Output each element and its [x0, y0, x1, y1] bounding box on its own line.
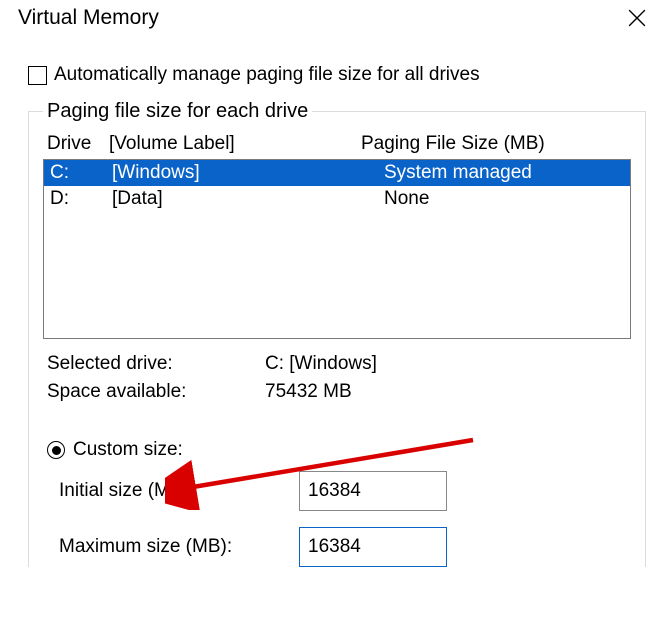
paging-size-group: Paging file size for each drive Drive [V…: [28, 100, 646, 567]
maximum-size-input[interactable]: [299, 527, 447, 567]
drive-letter: D:: [50, 188, 112, 210]
space-available-row: Space available: 75432 MB: [43, 381, 631, 403]
title-bar: Virtual Memory: [0, 0, 662, 36]
auto-manage-row[interactable]: Automatically manage paging file size fo…: [28, 64, 646, 86]
close-icon[interactable]: [628, 9, 646, 27]
custom-size-radio[interactable]: [47, 441, 65, 459]
drive-list-header: Drive [Volume Label] Paging File Size (M…: [43, 127, 631, 159]
drive-size: System managed: [384, 162, 624, 184]
maximum-size-row: Maximum size (MB):: [43, 527, 631, 567]
initial-size-label: Initial size (MB):: [59, 480, 299, 502]
auto-manage-label: Automatically manage paging file size fo…: [54, 64, 480, 86]
selected-drive-value: C: [Windows]: [265, 353, 377, 375]
selected-drive-row: Selected drive: C: [Windows]: [43, 353, 631, 375]
auto-manage-checkbox[interactable]: [28, 66, 47, 85]
maximum-size-label: Maximum size (MB):: [59, 536, 299, 558]
initial-size-input[interactable]: [299, 471, 447, 511]
col-header-size: Paging File Size (MB): [361, 133, 631, 155]
selected-drive-label: Selected drive:: [47, 353, 265, 375]
space-available-value: 75432 MB: [265, 381, 352, 403]
window-title: Virtual Memory: [18, 6, 159, 30]
custom-size-label: Custom size:: [73, 439, 183, 461]
initial-size-row: Initial size (MB):: [43, 471, 631, 511]
drive-row[interactable]: C: [Windows] System managed: [44, 160, 630, 186]
col-header-drive: Drive: [47, 133, 109, 155]
group-legend: Paging file size for each drive: [43, 100, 312, 123]
space-available-label: Space available:: [47, 381, 265, 403]
drive-label: [Data]: [112, 188, 324, 210]
drive-letter: C:: [50, 162, 112, 184]
drive-list[interactable]: C: [Windows] System managed D: [Data] No…: [43, 159, 631, 339]
custom-size-radio-row[interactable]: Custom size:: [43, 439, 631, 461]
drive-label: [Windows]: [112, 162, 324, 184]
drive-row[interactable]: D: [Data] None: [44, 186, 630, 212]
col-header-label: [Volume Label]: [109, 133, 361, 155]
drive-size: None: [384, 188, 624, 210]
